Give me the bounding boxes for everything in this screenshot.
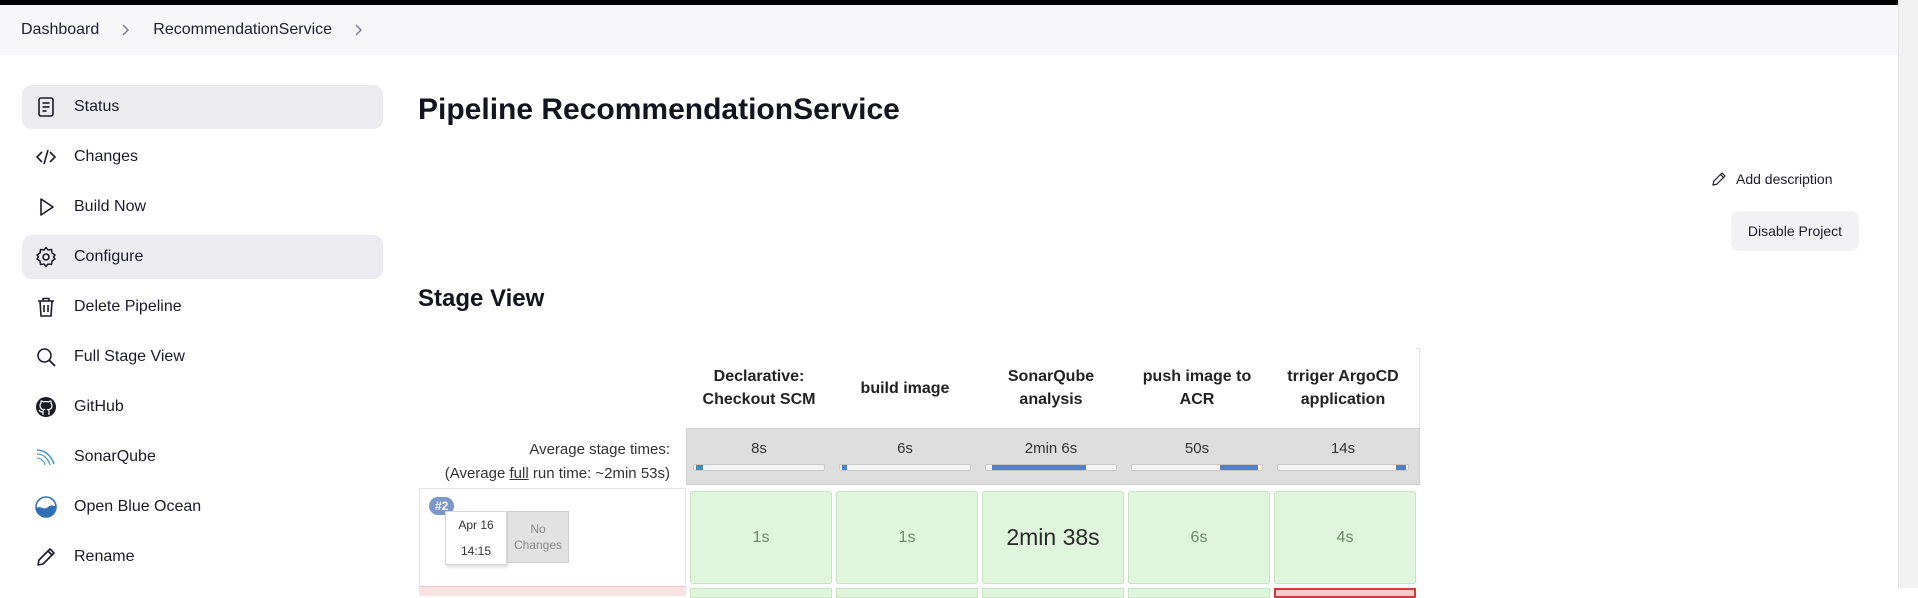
sidebar-item-configure[interactable]: Configure [22, 235, 383, 279]
code-icon [34, 145, 58, 169]
github-icon [34, 395, 58, 419]
next-run-cell[interactable] [1128, 588, 1270, 598]
stage-duration-cell[interactable]: 4s [1274, 491, 1416, 584]
sidebar-item-rename[interactable]: Rename [22, 535, 383, 579]
sidebar-item-open-blue-ocean[interactable]: Open Blue Ocean [22, 485, 383, 529]
sidebar-item-label: Status [74, 98, 120, 115]
stage-view-title: Stage View [418, 285, 545, 312]
full-run-prefix: (Average [444, 465, 510, 482]
chevron-right-icon [121, 24, 131, 36]
sidebar-item-status[interactable]: Status [22, 85, 383, 129]
average-time-cell: 14s [1270, 428, 1416, 485]
blue-ocean-icon [34, 495, 58, 519]
average-time-fill [992, 465, 1086, 470]
sidebar-item-label: Delete Pipeline [74, 298, 182, 315]
stage-duration-cell[interactable]: 1s [836, 491, 978, 584]
stage-duration-cell[interactable]: 6s [1128, 491, 1270, 584]
next-run-cell[interactable] [982, 588, 1124, 598]
average-time-bar [1277, 464, 1409, 471]
vertical-scrollbar[interactable] [1898, 0, 1918, 588]
gear-icon [34, 245, 58, 269]
average-time-value: 2min 6s [1024, 440, 1078, 457]
sidebar-item-label: Build Now [74, 198, 147, 215]
sidebar-item-label: Full Stage View [74, 348, 185, 365]
average-time-bar [1131, 464, 1263, 471]
run-changes[interactable]: No Changes [507, 511, 569, 563]
disable-project-button[interactable]: Disable Project [1731, 211, 1859, 251]
sonarqube-icon [34, 445, 58, 469]
full-run-link[interactable]: full [510, 465, 529, 482]
full-run-suffix: run time: ~2min 53s) [528, 465, 670, 482]
average-time-cell: 8s [686, 428, 832, 485]
search-icon [34, 345, 58, 369]
average-time-value: 6s [897, 440, 913, 457]
average-times-label: Average stage times: (Average full run t… [418, 438, 670, 486]
sidebar-item-github[interactable]: GitHub [22, 385, 383, 429]
breadcrumb-dashboard[interactable]: Dashboard [21, 21, 99, 39]
trash-icon [34, 295, 58, 319]
sidebar-item-label: GitHub [74, 398, 124, 415]
run-timestamp: Apr 16 14:15 [445, 511, 507, 565]
pencil-icon [1712, 172, 1726, 186]
average-stage-times-text: Average stage times: [529, 441, 670, 458]
next-run-cell-failed[interactable] [1274, 588, 1416, 598]
sidebar-item-label: Changes [74, 148, 139, 165]
stage-duration-cell[interactable]: 1s [690, 491, 832, 584]
sidebar-item-sonarqube[interactable]: SonarQube [22, 435, 383, 479]
breadcrumb-recommendationservice[interactable]: RecommendationService [153, 21, 332, 39]
average-time-cell: 2min 6s [978, 428, 1124, 485]
sidebar-item-label: Open Blue Ocean [74, 498, 202, 515]
average-full-run-text: (Average full run time: ~2min 53s) [418, 462, 670, 486]
stage-duration-cell[interactable]: 2min 38s [982, 491, 1124, 584]
average-time-bar [693, 464, 825, 471]
average-time-cell: 6s [832, 428, 978, 485]
average-time-value: 8s [751, 440, 767, 457]
average-time-bar [839, 464, 971, 471]
run-row-header: #2 Apr 16 14:15 No Changes [419, 488, 686, 588]
next-run-cell[interactable] [836, 588, 978, 598]
sidebar-item-label: Rename [74, 548, 135, 565]
stage-header: trriger ArgoCD application [1270, 348, 1416, 428]
next-run-cell[interactable] [690, 588, 832, 598]
play-icon [34, 195, 58, 219]
sidebar-item-label: SonarQube [74, 448, 156, 465]
average-time-value: 14s [1330, 440, 1356, 457]
average-time-fill [1396, 465, 1406, 470]
stage-header: Declarative: Checkout SCM [686, 348, 832, 428]
average-time-fill [1220, 465, 1258, 470]
pencil-icon [34, 545, 58, 569]
average-time-cell: 50s [1124, 428, 1270, 485]
run-time: 14:15 [460, 544, 492, 558]
average-time-fill [842, 465, 847, 470]
breadcrumb: Dashboard RecommendationService [0, 5, 1898, 55]
chevron-right-icon[interactable] [354, 24, 364, 36]
sidebar: Status Changes Build Now Configure Delet… [22, 85, 383, 585]
sidebar-item-label: Configure [74, 248, 144, 265]
sidebar-item-delete-pipeline[interactable]: Delete Pipeline [22, 285, 383, 329]
sidebar-item-full-stage-view[interactable]: Full Stage View [22, 335, 383, 379]
sidebar-item-changes[interactable]: Changes [22, 135, 383, 179]
page-title: Pipeline RecommendationService [418, 93, 900, 126]
stage-header: SonarQube analysis [978, 348, 1124, 428]
add-description-button[interactable]: Add description [1710, 170, 1833, 188]
stage-header: build image [832, 348, 978, 428]
status-icon [34, 95, 58, 119]
sidebar-item-build-now[interactable]: Build Now [22, 185, 383, 229]
average-time-bar [985, 464, 1117, 471]
average-time-fill [696, 465, 703, 470]
stage-header: push image to ACR [1124, 348, 1270, 428]
add-description-label: Add description [1736, 171, 1833, 187]
run-date: Apr 16 [458, 518, 494, 532]
average-time-value: 50s [1184, 440, 1210, 457]
